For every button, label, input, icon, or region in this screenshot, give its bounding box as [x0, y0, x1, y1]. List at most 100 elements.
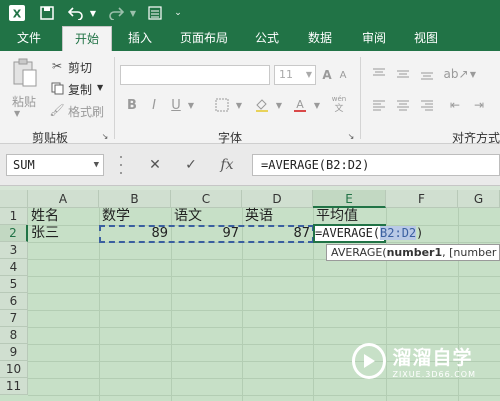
- row-header-9[interactable]: 9: [0, 344, 28, 361]
- phonetic-guide-icon[interactable]: wén 文: [328, 92, 350, 116]
- tab-home[interactable]: 开始: [62, 26, 112, 51]
- column-header-d[interactable]: D: [242, 190, 313, 208]
- cell-b1[interactable]: 数学: [102, 208, 171, 225]
- column-header-c[interactable]: C: [171, 190, 242, 208]
- tab-review[interactable]: 审阅: [352, 26, 396, 51]
- font-launcher-icon[interactable]: ↘: [346, 131, 356, 141]
- formula-input[interactable]: =AVERAGE(B2:D2): [252, 154, 500, 176]
- fill-color-icon[interactable]: [252, 96, 272, 114]
- orientation-icon[interactable]: ab↗: [443, 65, 468, 83]
- column-header-b[interactable]: B: [99, 190, 171, 208]
- copy-dropdown-icon[interactable]: ▼: [97, 83, 103, 92]
- font-size-input[interactable]: 11 ▼: [274, 65, 316, 85]
- align-right-icon[interactable]: [418, 96, 436, 114]
- fill-color-dropdown-icon[interactable]: ▼: [274, 96, 284, 114]
- paste-icon[interactable]: [8, 57, 42, 89]
- svg-text:A: A: [296, 98, 304, 111]
- name-box[interactable]: SUM ▼: [6, 154, 104, 176]
- formula-bar: SUM ▼ ✕ ✓ fx =AVERAGE(B2:D2): [0, 144, 500, 186]
- watermark-title: 溜溜自学: [392, 347, 473, 369]
- borders-icon[interactable]: [212, 96, 232, 114]
- cell-d2[interactable]: 87: [242, 225, 313, 242]
- name-box-dropdown-icon[interactable]: ▼: [94, 155, 99, 175]
- select-all-corner[interactable]: [0, 190, 28, 208]
- paste-button[interactable]: 粘贴: [12, 93, 36, 110]
- cut-button[interactable]: 剪切: [68, 59, 92, 76]
- column-header-a[interactable]: A: [28, 190, 99, 208]
- cell-a1[interactable]: 姓名: [31, 208, 99, 225]
- enter-icon[interactable]: ✓: [176, 154, 206, 176]
- group-divider: [114, 57, 115, 139]
- align-left-icon[interactable]: [370, 96, 388, 114]
- column-header-e[interactable]: E: [313, 190, 386, 208]
- bottom-align-icon[interactable]: [418, 65, 436, 83]
- decrease-indent-icon[interactable]: ⇤: [446, 96, 464, 114]
- ribbon-tabs: 文件 开始 插入 页面布局 公式 数据 审阅 视图: [0, 26, 500, 51]
- bold-icon[interactable]: B: [124, 96, 140, 114]
- watermark: 溜溜自学 ZIXUE.3D66.COM: [352, 335, 476, 387]
- customize-dropdown-icon[interactable]: ⌄: [172, 3, 184, 23]
- row-header-10[interactable]: 10: [0, 361, 28, 378]
- row-header-3[interactable]: 3: [0, 242, 28, 259]
- cell-e2-editor[interactable]: =AVERAGE(B2:D2): [315, 225, 423, 242]
- column-header-f[interactable]: F: [386, 190, 458, 208]
- underline-icon[interactable]: U: [168, 96, 184, 114]
- borders-dropdown-icon[interactable]: ▼: [234, 96, 244, 114]
- tab-formulas[interactable]: 公式: [246, 26, 288, 51]
- underline-dropdown-icon[interactable]: ▼: [186, 96, 196, 114]
- play-logo-icon: [352, 343, 387, 379]
- tooltip-current-arg: number1: [386, 246, 443, 259]
- tab-data[interactable]: 数据: [296, 26, 344, 51]
- ribbon: 粘贴 ▼ ✂ 剪切 复制 ▼ 🖌 格式刷 剪贴板 ↘ 11 ▼ A A B I U…: [0, 51, 500, 145]
- cell-d1[interactable]: 英语: [245, 208, 313, 225]
- form-icon[interactable]: [146, 3, 164, 23]
- increase-indent-icon[interactable]: ⇥: [470, 96, 488, 114]
- cell-c1[interactable]: 语文: [174, 208, 242, 225]
- align-center-icon[interactable]: [394, 96, 412, 114]
- row-header-4[interactable]: 4: [0, 259, 28, 276]
- copy-button[interactable]: 复制: [68, 81, 92, 98]
- tab-file[interactable]: 文件: [0, 26, 58, 51]
- row-header-7[interactable]: 7: [0, 310, 28, 327]
- cell-b2[interactable]: 89: [99, 225, 171, 242]
- clipboard-launcher-icon[interactable]: ↘: [100, 131, 110, 141]
- font-name-input[interactable]: [120, 65, 270, 85]
- insert-function-icon[interactable]: fx: [212, 154, 242, 176]
- format-painter-button[interactable]: 格式刷: [68, 103, 104, 120]
- top-align-icon[interactable]: [370, 65, 388, 83]
- undo-icon[interactable]: [66, 3, 86, 23]
- name-box-value: SUM: [13, 158, 35, 172]
- grow-font-icon[interactable]: A: [320, 65, 334, 85]
- undo-dropdown-icon[interactable]: ▼: [88, 3, 98, 23]
- svg-text:X: X: [13, 8, 22, 21]
- paste-dropdown-icon[interactable]: ▼: [14, 109, 20, 118]
- redo-icon[interactable]: [106, 3, 126, 23]
- cell-e1[interactable]: 平均值: [316, 208, 386, 225]
- row-header-2[interactable]: 2: [0, 225, 28, 242]
- save-icon[interactable]: [38, 3, 56, 23]
- orientation-dropdown-icon[interactable]: ▼: [468, 65, 478, 83]
- font-color-dropdown-icon[interactable]: ▼: [312, 96, 322, 114]
- tooltip-function-name[interactable]: AVERAGE(: [331, 246, 387, 259]
- font-size-value: 11: [279, 68, 293, 81]
- font-color-icon[interactable]: A: [290, 96, 310, 114]
- row-header-6[interactable]: 6: [0, 293, 28, 310]
- tab-page-layout[interactable]: 页面布局: [170, 26, 238, 51]
- tab-view[interactable]: 视图: [404, 26, 448, 51]
- row-header-1[interactable]: 1: [0, 208, 28, 225]
- copy-icon: [49, 80, 65, 96]
- row-header-11[interactable]: 11: [0, 378, 28, 395]
- tab-insert[interactable]: 插入: [118, 26, 162, 51]
- shrink-font-icon[interactable]: A: [336, 65, 350, 85]
- redo-dropdown-icon[interactable]: ▼: [128, 3, 138, 23]
- group-divider: [360, 57, 361, 139]
- italic-icon[interactable]: I: [146, 96, 162, 114]
- cell-a2[interactable]: 张三: [31, 225, 99, 242]
- column-header-g[interactable]: G: [458, 190, 500, 208]
- middle-align-icon[interactable]: [394, 65, 412, 83]
- excel-logo-icon: X: [6, 3, 28, 23]
- row-header-8[interactable]: 8: [0, 327, 28, 344]
- row-header-5[interactable]: 5: [0, 276, 28, 293]
- cell-c2[interactable]: 97: [171, 225, 242, 242]
- cancel-icon[interactable]: ✕: [140, 154, 170, 176]
